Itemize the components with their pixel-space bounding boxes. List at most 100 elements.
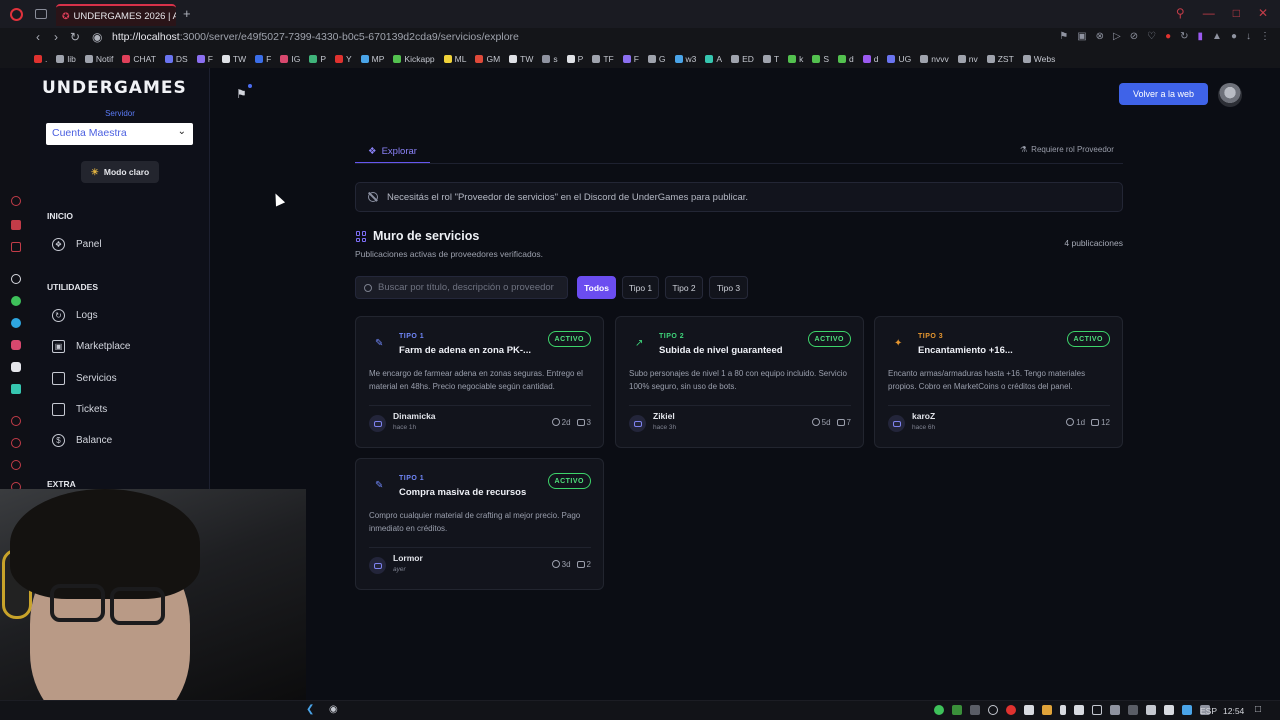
bookmark-item[interactable]: ZST — [986, 54, 1014, 64]
service-card[interactable]: ↗ TIPO 2 Subida de nivel guaranteed ACTI… — [615, 316, 864, 448]
bookmark-item[interactable]: nvvv — [920, 54, 949, 64]
discord-icon[interactable] — [11, 362, 21, 372]
tray-icon[interactable] — [1128, 705, 1138, 715]
bookmark-item[interactable]: TF — [592, 54, 614, 64]
sidebar-item-servicios[interactable]: Servicios — [52, 372, 117, 385]
telegram-icon[interactable] — [11, 318, 21, 328]
service-card[interactable]: ✎ TIPO 1 Compra masiva de recursos ACTIV… — [355, 458, 604, 590]
server-select[interactable]: Cuenta Maestra ⌄ — [46, 123, 193, 145]
tray-icon[interactable] — [1164, 705, 1174, 715]
tray-icon[interactable] — [1182, 705, 1192, 715]
filter-tipo-3[interactable]: Tipo 3 — [709, 276, 748, 299]
service-card[interactable]: ✦ TIPO 3 Encantamiento +16... ACTIVO Enc… — [874, 316, 1123, 448]
notifications-bell-icon[interactable]: ⚑ — [236, 87, 247, 101]
download-icon[interactable]: ↓ — [1246, 31, 1251, 42]
card-author[interactable]: Dinamicka — [393, 411, 436, 421]
bookmark-item[interactable]: TW — [221, 54, 246, 64]
tray-icon[interactable] — [952, 705, 962, 715]
bookmark-item[interactable]: S — [812, 54, 829, 64]
search-tabs-icon[interactable]: ⚲ — [1176, 6, 1185, 20]
app-icon[interactable] — [11, 384, 21, 394]
tray-icon[interactable] — [1024, 705, 1034, 715]
url-field[interactable]: http://localhost:3000/server/e49f5027-73… — [112, 31, 519, 43]
bookmark-item[interactable]: P — [309, 54, 326, 64]
pin-icon[interactable]: ⚑ — [1059, 31, 1068, 42]
bookmark-item[interactable]: GM — [475, 54, 500, 64]
extensions-side-icon[interactable] — [11, 460, 21, 470]
card-author[interactable]: Lormor — [393, 553, 423, 563]
bookmark-item[interactable]: d — [838, 54, 854, 64]
chatgpt-icon[interactable] — [11, 274, 21, 284]
card-author[interactable]: karoZ — [912, 411, 935, 421]
bookmark-item[interactable]: G — [647, 54, 666, 64]
minimize-icon[interactable]: — — [1203, 6, 1215, 20]
sidebar-item-balance[interactable]: $ Balance — [52, 434, 112, 447]
bookmark-item[interactable]: MP — [360, 54, 384, 64]
adblock-icon[interactable]: ● — [1165, 31, 1171, 42]
extension-icon[interactable]: ⊗ — [1096, 31, 1104, 42]
new-tab-icon[interactable]: + — [183, 6, 191, 21]
bookmark-item[interactable]: lib — [56, 54, 76, 64]
back-icon[interactable]: ‹ — [36, 30, 40, 44]
spotify-icon[interactable] — [934, 705, 944, 715]
sidebar-item-logs[interactable]: ↻ Logs — [52, 309, 98, 322]
notifications-icon[interactable]: □ — [1255, 704, 1261, 715]
volume-icon[interactable] — [1110, 705, 1120, 715]
bookmark-item[interactable]: P — [566, 54, 583, 64]
opera-logo-icon[interactable] — [10, 8, 23, 21]
block-icon[interactable]: ⊘ — [1130, 31, 1138, 42]
bookmark-item[interactable]: Y — [334, 54, 352, 64]
snapshot-icon[interactable]: ▣ — [1077, 31, 1086, 42]
browser-tab-active[interactable]: ✪ UNDERGAMES 2026 | Acc — [56, 4, 176, 26]
bookmark-item[interactable]: F — [196, 54, 213, 64]
instagram-icon[interactable] — [11, 340, 21, 350]
messenger-icon[interactable] — [11, 196, 21, 206]
sidebar-item-panel[interactable]: ❖ Panel — [52, 238, 102, 251]
bookmark-item[interactable]: TW — [509, 54, 533, 64]
close-icon[interactable]: ✕ — [1258, 6, 1268, 20]
bookmark-item[interactable]: s — [542, 54, 558, 64]
bookmark-item[interactable]: ML — [443, 54, 466, 64]
twitch-icon[interactable]: ▮ — [1198, 31, 1204, 42]
bookmark-item[interactable]: F — [255, 54, 271, 64]
bookmark-item[interactable]: IG — [280, 54, 300, 64]
back-to-web-button[interactable]: Volver a la web — [1119, 83, 1208, 105]
wallet-icon[interactable] — [11, 220, 21, 230]
tray-icon[interactable] — [988, 705, 998, 715]
bookmark-item[interactable]: nv — [957, 54, 978, 64]
bookmark-item[interactable]: T — [762, 54, 779, 64]
maximize-icon[interactable]: □ — [1233, 6, 1240, 20]
bookmark-item[interactable]: UG — [887, 54, 911, 64]
tray-icon[interactable] — [970, 705, 980, 715]
site-info-icon[interactable]: ◉ — [92, 30, 102, 44]
play-icon[interactable]: ▷ — [1113, 31, 1121, 42]
theme-toggle-button[interactable]: ☀ Modo claro — [81, 161, 159, 183]
card-author[interactable]: Zikiel — [653, 411, 675, 421]
mic-icon[interactable] — [1060, 705, 1066, 715]
bookmark-item[interactable]: CHAT — [122, 54, 156, 64]
vscode-icon[interactable]: ❮ — [306, 704, 314, 715]
bookmark-item[interactable]: ED — [731, 54, 754, 64]
tray-icon[interactable] — [1146, 705, 1156, 715]
tab-explorar[interactable]: ❖ Explorar — [355, 140, 430, 164]
keyboard-language[interactable]: ESP — [1200, 706, 1217, 716]
bookmark-item[interactable]: F — [622, 54, 639, 64]
filter-tipo-1[interactable]: Tipo 1 — [622, 276, 659, 299]
puzzle-icon[interactable]: ▲ — [1212, 31, 1222, 42]
heart-icon[interactable]: ♡ — [1147, 31, 1156, 42]
undergames-logo[interactable]: UNDERGAMES — [42, 78, 187, 98]
tray-icon[interactable] — [1006, 705, 1016, 715]
bookmark-item[interactable]: k — [788, 54, 803, 64]
bookmark-item[interactable]: DS — [164, 54, 188, 64]
menu-icon[interactable]: ⋮ — [1260, 31, 1270, 42]
bookmark-item[interactable]: A — [705, 54, 722, 64]
tab-workspace-icon[interactable] — [35, 9, 47, 19]
tray-icon[interactable] — [1092, 705, 1102, 715]
filter-tipo-2[interactable]: Tipo 2 — [665, 276, 703, 299]
player-icon[interactable] — [11, 242, 21, 252]
user-avatar[interactable] — [1218, 83, 1242, 107]
refresh-ext-icon[interactable]: ↻ — [1180, 31, 1188, 42]
bookmark-item[interactable]: w3 — [674, 54, 696, 64]
sidebar-item-tickets[interactable]: Tickets — [52, 403, 107, 416]
service-card[interactable]: ✎ TIPO 1 Farm de adena en zona PK-... AC… — [355, 316, 604, 448]
